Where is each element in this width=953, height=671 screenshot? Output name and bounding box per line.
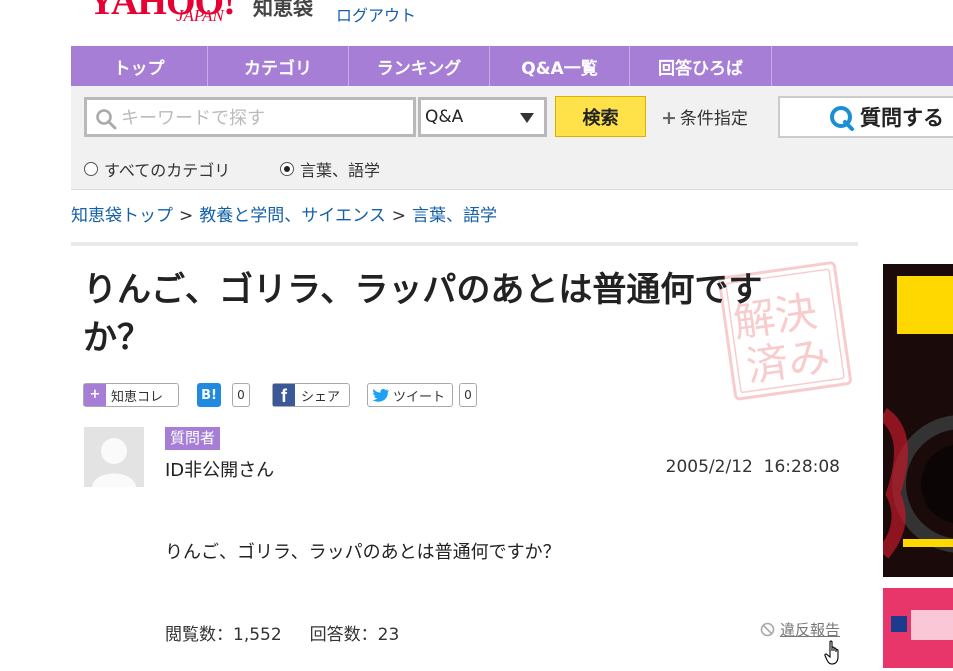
nav-tab-ranking[interactable]: ランキング bbox=[349, 46, 490, 86]
question-title: りんご、ゴリラ、ラッパのあとは普通何ですか？ bbox=[83, 270, 763, 358]
ad-artwork bbox=[883, 408, 953, 559]
breadcrumb-item-top[interactable]: 知恵袋トップ bbox=[71, 206, 173, 226]
service-name[interactable]: 知恵袋 bbox=[253, 0, 313, 21]
search-type-value: Q&A bbox=[425, 107, 464, 127]
nav-tab-top[interactable]: トップ bbox=[71, 46, 208, 86]
hatena-bookmark-button[interactable]: B! bbox=[197, 383, 221, 407]
hatena-count: 0 bbox=[232, 383, 250, 407]
q-icon bbox=[830, 106, 854, 131]
logout-link[interactable]: ログアウト bbox=[336, 2, 416, 26]
report-link[interactable]: 違反報告 bbox=[760, 619, 840, 640]
default-avatar-icon bbox=[92, 438, 136, 487]
tweet-label: ツイート bbox=[393, 389, 446, 405]
twitter-icon bbox=[372, 388, 389, 402]
facebook-share-label: シェア bbox=[301, 389, 341, 405]
breadcrumb-separator: > bbox=[391, 206, 406, 226]
breadcrumb-separator: > bbox=[179, 206, 194, 226]
question-body: りんご、ゴリラ、ラッパのあとは普通何ですか？ bbox=[165, 542, 561, 563]
tweet-count: 0 bbox=[459, 383, 477, 407]
facebook-icon: f bbox=[273, 384, 295, 406]
question-stats: 閲覧数：1,552 回答数：23 bbox=[165, 620, 399, 645]
radio-icon bbox=[84, 162, 98, 176]
ad-banner[interactable] bbox=[883, 264, 953, 577]
radio-selected-icon bbox=[280, 162, 294, 176]
search-button[interactable]: 検索 bbox=[555, 96, 646, 137]
plus-icon: + bbox=[661, 107, 677, 129]
asker-name: ID非公開さん bbox=[165, 460, 275, 481]
divider bbox=[71, 242, 858, 246]
tweet-button[interactable]: ツイート bbox=[367, 383, 453, 407]
facebook-share-button[interactable]: f シェア bbox=[272, 383, 350, 407]
scope-label-all: すべてのカテゴリ bbox=[104, 161, 231, 180]
role-badge: 質問者 bbox=[165, 427, 221, 450]
avatar bbox=[84, 427, 144, 487]
question-date: 2005/2/12 16:28:08 bbox=[665, 457, 840, 477]
plus-icon: + bbox=[84, 384, 106, 406]
chiekore-button[interactable]: + 知恵コレ bbox=[83, 383, 179, 407]
view-count: 閲覧数：1,552 bbox=[165, 625, 282, 645]
breadcrumb: 知恵袋トップ > 教養と学問、サイエンス > 言葉、語学 bbox=[71, 201, 497, 226]
scope-label-category: 言葉、語学 bbox=[300, 161, 381, 180]
ask-question-label: 質問する bbox=[860, 106, 944, 130]
ad-artwork bbox=[891, 616, 907, 632]
ad-artwork bbox=[911, 610, 953, 640]
scope-radio-category[interactable]: 言葉、語学 bbox=[280, 157, 380, 181]
conditions-button[interactable]: + 条件指定 bbox=[661, 104, 748, 129]
ad-banner-points[interactable] bbox=[883, 588, 953, 668]
hand-cursor-icon bbox=[824, 640, 839, 665]
search-area: Q&A 検索 +条件指定 質問する すべてのカテゴリ 言葉、語学 bbox=[71, 86, 953, 190]
answer-count: 回答数：23 bbox=[309, 625, 400, 645]
breadcrumb-item-language[interactable]: 言葉、語学 bbox=[412, 206, 497, 226]
search-box bbox=[84, 97, 416, 137]
prohibited-icon bbox=[760, 622, 775, 637]
chiekore-label: 知恵コレ bbox=[111, 389, 164, 405]
ask-question-button[interactable]: 質問する bbox=[778, 96, 953, 138]
breadcrumb-item-academic[interactable]: 教養と学問、サイエンス bbox=[199, 206, 386, 226]
dropdown-arrow-icon bbox=[520, 113, 534, 123]
logo-subtext: JAPAN bbox=[176, 6, 224, 25]
nav-tab-answer-plaza[interactable]: 回答ひろば bbox=[630, 46, 772, 86]
conditions-label: 条件指定 bbox=[679, 109, 748, 129]
search-type-select[interactable]: Q&A bbox=[418, 97, 547, 137]
search-icon bbox=[96, 109, 117, 130]
nav-tab-qa-list[interactable]: Q&A一覧 bbox=[490, 46, 630, 86]
scope-radio-all[interactable]: すべてのカテゴリ bbox=[84, 157, 230, 181]
report-label: 違反報告 bbox=[780, 621, 841, 639]
nav-tab-category[interactable]: カテゴリ bbox=[208, 46, 349, 86]
global-nav: トップ カテゴリ ランキング Q&A一覧 回答ひろば bbox=[71, 46, 953, 86]
search-input[interactable] bbox=[119, 103, 413, 133]
